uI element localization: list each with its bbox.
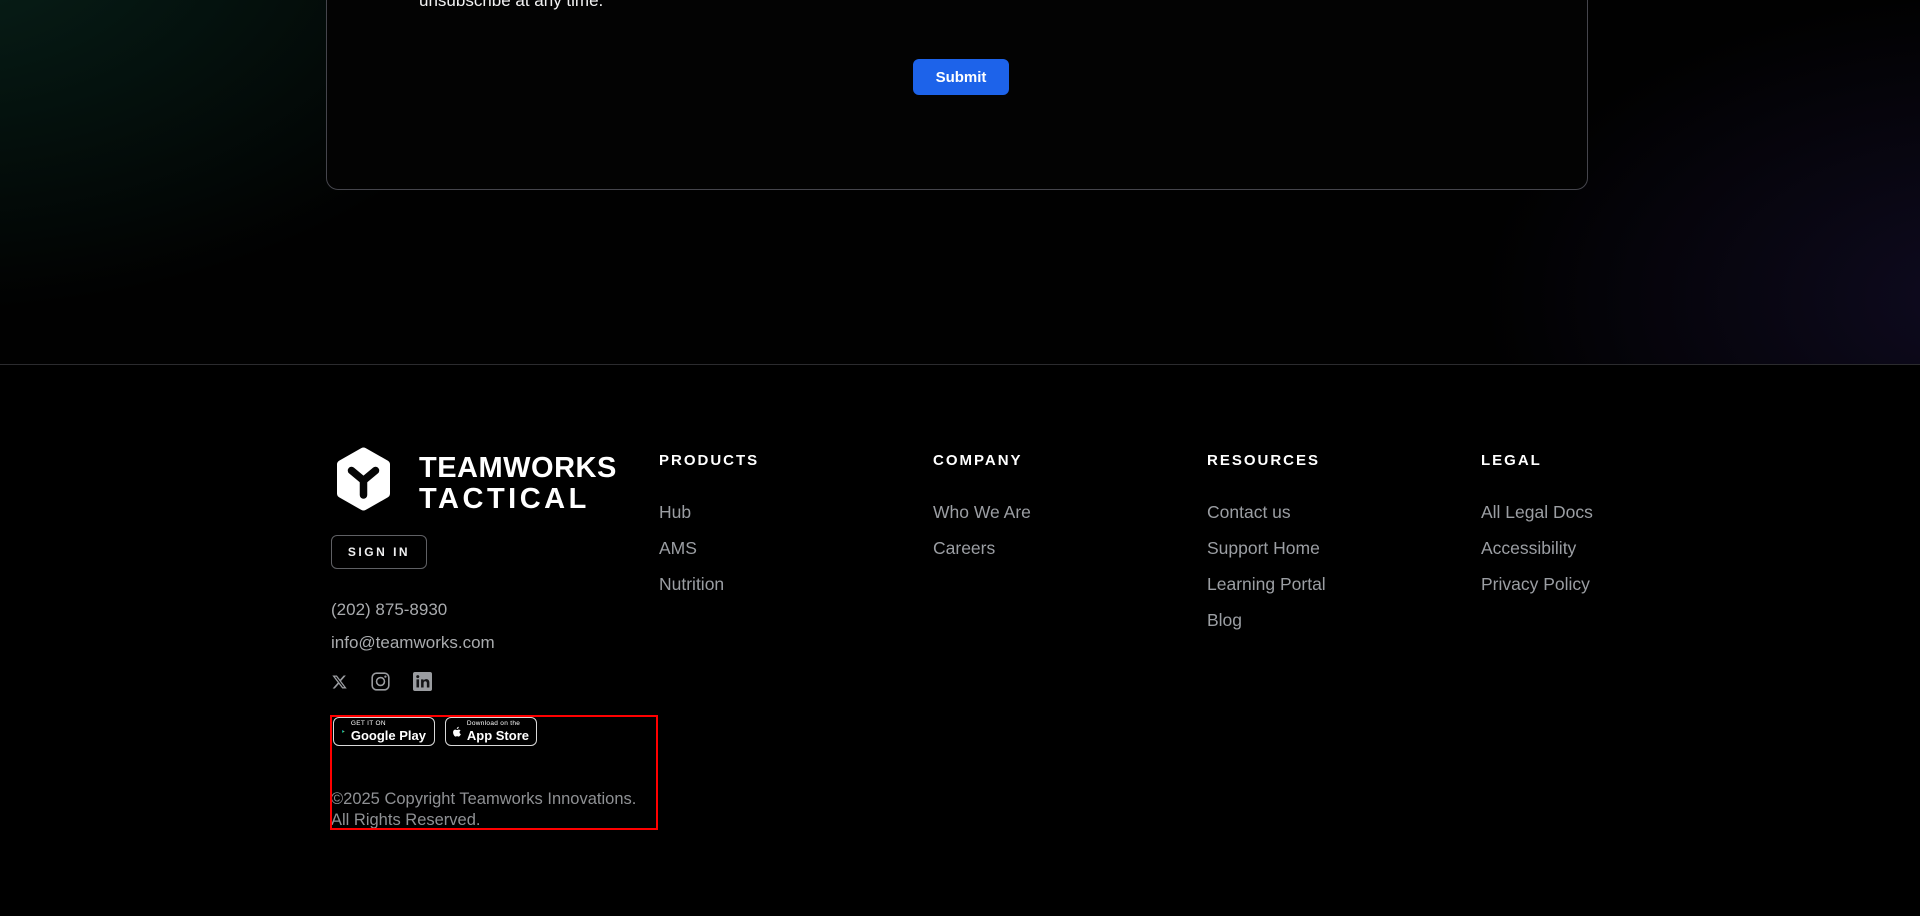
google-play-badge-label: Google Play (350, 728, 426, 744)
google-play-badge[interactable]: GET IT ON Google Play (333, 717, 435, 746)
footer-link-privacy-policy[interactable]: Privacy Policy (1481, 566, 1741, 602)
newsletter-section: unsubscribe at any time. Submit (0, 0, 1920, 365)
app-badges: GET IT ON Google Play Download on the Ap… (333, 717, 537, 746)
footer: TEAMWORKS TACTICAL SIGN IN (202) 875-893… (0, 365, 1920, 916)
email-link[interactable]: info@teamworks.com (331, 633, 495, 653)
footer-link-blog[interactable]: Blog (1207, 602, 1467, 638)
brand-name-line1: TEAMWORKS (419, 452, 617, 484)
unsubscribe-note: unsubscribe at any time. (419, 0, 604, 10)
footer-link-hub[interactable]: Hub (659, 494, 919, 530)
footer-link-who-we-are[interactable]: Who We Are (933, 494, 1193, 530)
brand-name-line2: TACTICAL (419, 483, 590, 515)
footer-column-legal: LEGAL All Legal Docs Accessibility Priva… (1481, 452, 1741, 602)
newsletter-card (326, 0, 1588, 190)
instagram-social-link[interactable] (371, 672, 390, 691)
social-links (331, 672, 432, 691)
teamworks-logo-icon (337, 447, 390, 511)
footer-column-heading: LEGAL (1481, 452, 1542, 469)
footer-column-company: COMPANY Who We Are Careers (933, 452, 1193, 566)
footer-link-support-home[interactable]: Support Home (1207, 530, 1467, 566)
footer-column-heading: PRODUCTS (659, 452, 760, 469)
footer-column-heading: RESOURCES (1207, 452, 1321, 469)
linkedin-social-link[interactable] (413, 672, 432, 691)
app-store-badge-label: App Store (466, 728, 529, 744)
app-store-badge[interactable]: Download on the App Store (445, 717, 537, 746)
copyright-line2: All Rights Reserved. (331, 811, 481, 829)
footer-link-nutrition[interactable]: Nutrition (659, 566, 919, 602)
phone-link[interactable]: (202) 875-8930 (331, 600, 447, 620)
footer-link-ams[interactable]: AMS (659, 530, 919, 566)
x-icon (332, 675, 347, 688)
copyright-text: ©2025 Copyright Teamworks Innovations. A… (331, 789, 636, 831)
footer-link-contact-us[interactable]: Contact us (1207, 494, 1467, 530)
google-play-icon (342, 730, 345, 733)
footer-link-learning-portal[interactable]: Learning Portal (1207, 566, 1467, 602)
page: unsubscribe at any time. Submit TEAMWORK… (0, 0, 1920, 916)
footer-column-resources: RESOURCES Contact us Support Home Learni… (1207, 452, 1467, 638)
x-social-link[interactable] (331, 674, 348, 690)
footer-link-all-legal-docs[interactable]: All Legal Docs (1481, 494, 1741, 530)
brand-logo[interactable]: TEAMWORKS TACTICAL (337, 447, 617, 515)
linkedin-icon (413, 672, 432, 691)
sign-in-button[interactable]: SIGN IN (331, 535, 427, 569)
app-store-badge-top-text: Download on the (466, 719, 521, 727)
copyright-line1: ©2025 Copyright Teamworks Innovations. (331, 790, 637, 808)
apple-icon (453, 726, 461, 737)
footer-column-products: PRODUCTS Hub AMS Nutrition (659, 452, 919, 602)
submit-button[interactable]: Submit (913, 59, 1009, 95)
footer-link-careers[interactable]: Careers (933, 530, 1193, 566)
instagram-icon (371, 672, 390, 691)
google-play-badge-top-text: GET IT ON (350, 719, 386, 727)
brand-wordmark: TEAMWORKS TACTICAL (419, 453, 617, 515)
footer-column-heading: COMPANY (933, 452, 1023, 469)
footer-link-accessibility[interactable]: Accessibility (1481, 530, 1741, 566)
